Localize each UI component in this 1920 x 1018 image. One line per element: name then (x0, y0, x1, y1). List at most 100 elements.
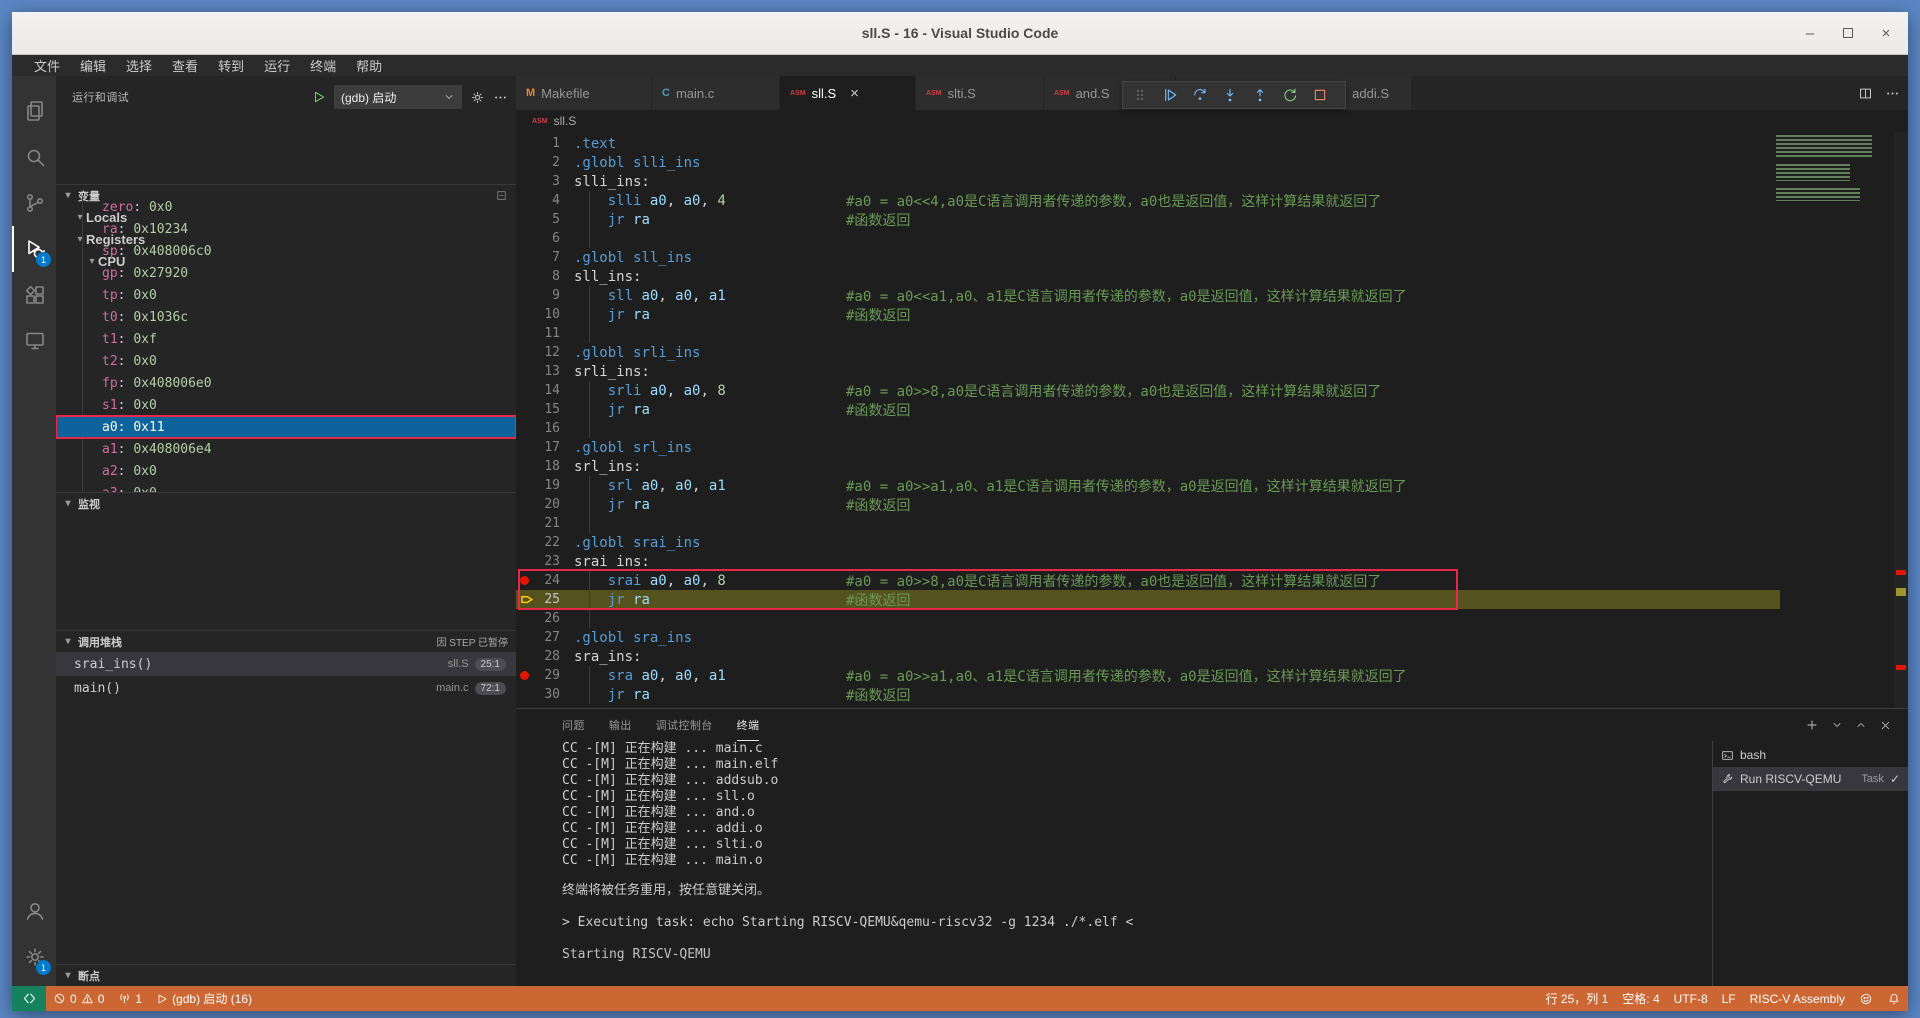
code-line-27[interactable]: 27 .globl sra_ins (516, 628, 1908, 647)
editor-scrollbar[interactable] (1894, 132, 1908, 708)
code-editor[interactable]: 1 .text 2 .globl slli_ins 3 slli_ins: 4 slli a… (516, 132, 1908, 708)
encoding[interactable]: UTF-8 (1667, 992, 1715, 1006)
code-line-13[interactable]: 13 srli_ins: (516, 362, 1908, 381)
tab-sll.S[interactable]: ASM sll.S × (780, 76, 916, 110)
call-stack-section-header[interactable]: ▾ 调用堆栈 因 STEP 已暂停 (56, 630, 516, 652)
code-line-25[interactable]: 25 jr ra #函数返回 (516, 590, 1908, 609)
register-row-t1[interactable]: t1: 0xf (56, 328, 516, 350)
start-debug-icon[interactable] (312, 90, 326, 104)
tab-Makefile[interactable]: M Makefile (516, 76, 652, 110)
register-row-fp[interactable]: fp: 0x408006e0 (56, 372, 516, 394)
activity-extensions-icon[interactable] (12, 272, 56, 318)
code-line-2[interactable]: 2 .globl slli_ins (516, 153, 1908, 172)
breakpoint-icon[interactable] (520, 671, 529, 680)
code-line-3[interactable]: 3 slli_ins: (516, 172, 1908, 191)
feedback-icon[interactable] (1852, 992, 1880, 1006)
cursor-position[interactable]: 行 25，列 1 (1539, 990, 1616, 1007)
code-line-10[interactable]: 10 jr ra #函数返回 (516, 305, 1908, 324)
minimap[interactable] (1776, 135, 1888, 201)
stack-frame[interactable]: srai_ins() sll.S 25:1 (56, 652, 516, 676)
code-line-20[interactable]: 20 jr ra #函数返回 (516, 495, 1908, 514)
panel-tab-输出[interactable]: 输出 (609, 709, 632, 741)
menu-item-帮助[interactable]: 帮助 (346, 55, 392, 76)
register-row-gp[interactable]: gp: 0x27920 (56, 262, 516, 284)
code-line-5[interactable]: 5 jr ra #函数返回 (516, 210, 1908, 229)
code-line-18[interactable]: 18 srl_ins: (516, 457, 1908, 476)
code-line-4[interactable]: 4 slli a0, a0, 4 #a0 = a0<<4,a0是C语言调用者传递的… (516, 191, 1908, 210)
maximize-button[interactable] (1840, 25, 1856, 41)
register-row-zero[interactable]: zero: 0x0 (56, 196, 516, 218)
activity-remote-explorer-icon[interactable] (12, 318, 56, 364)
continue-button[interactable] (1157, 83, 1183, 107)
menu-item-终端[interactable]: 终端 (300, 55, 346, 76)
register-row-s1[interactable]: s1: 0x0 (56, 394, 516, 416)
code-line-29[interactable]: 29 sra a0, a0, a1 #a0 = a0>>a1,a0、a1是C语言调… (516, 666, 1908, 685)
code-line-24[interactable]: 24 srai a0, a0, 8 #a0 = a0>>8,a0是C语言调用者传递… (516, 571, 1908, 590)
register-row-tp[interactable]: tp: 0x0 (56, 284, 516, 306)
tab-slti.S[interactable]: ASM slti.S (916, 76, 1044, 110)
code-line-16[interactable]: 16 (516, 419, 1908, 438)
code-line-7[interactable]: 7 .globl sll_ins (516, 248, 1908, 267)
menu-item-查看[interactable]: 查看 (162, 55, 208, 76)
code-line-26[interactable]: 26 (516, 609, 1908, 628)
more-actions-icon[interactable] (493, 90, 508, 105)
code-line-6[interactable]: 6 (516, 229, 1908, 248)
code-line-11[interactable]: 11 (516, 324, 1908, 343)
close-panel-icon[interactable] (1879, 719, 1892, 732)
code-line-15[interactable]: 15 jr ra #函数返回 (516, 400, 1908, 419)
indentation[interactable]: 空格: 4 (1615, 990, 1666, 1007)
eol-type[interactable]: LF (1715, 992, 1743, 1006)
ports-indicator[interactable]: 1 (111, 986, 149, 1011)
maximize-panel-icon[interactable] (1855, 719, 1867, 731)
activity-source-control-icon[interactable] (12, 180, 56, 226)
debug-status[interactable]: (gdb) 启动 (16) (149, 986, 259, 1011)
split-editor-icon[interactable] (1858, 86, 1873, 101)
stack-frame[interactable]: main() main.c 72:1 (56, 676, 516, 700)
code-line-1[interactable]: 1 .text (516, 134, 1908, 153)
activity-search-icon[interactable] (12, 134, 56, 180)
menu-item-选择[interactable]: 选择 (116, 55, 162, 76)
close-icon[interactable]: × (850, 85, 859, 102)
breakpoints-section-header[interactable]: ▾ 断点 (56, 964, 516, 986)
session-Run RISCV-QEMU[interactable]: Run RISCV-QEMU Task ✓ (1713, 767, 1908, 791)
gear-icon[interactable] (470, 90, 485, 105)
restart-button[interactable] (1277, 83, 1303, 107)
bell-icon[interactable] (1880, 992, 1908, 1006)
menu-item-运行[interactable]: 运行 (254, 55, 300, 76)
code-line-17[interactable]: 17 .globl srl_ins (516, 438, 1908, 457)
register-row-t0[interactable]: t0: 0x1036c (56, 306, 516, 328)
new-terminal-icon[interactable] (1805, 718, 1819, 732)
code-line-28[interactable]: 28 sra_ins: (516, 647, 1908, 666)
code-line-14[interactable]: 14 srli a0, a0, 8 #a0 = a0>>8,a0是C语言调用者传递… (516, 381, 1908, 400)
terminal-output[interactable]: CC -[M] 正在构建 ... main.c CC -[M] 正在构建 ... … (562, 741, 1708, 986)
code-line-9[interactable]: 9 sll a0, a0, a1 #a0 = a0<<a1,a0、a1是C语言调用… (516, 286, 1908, 305)
menu-item-文件[interactable]: 文件 (24, 55, 70, 76)
problems-indicator[interactable]: 0 0 (46, 986, 111, 1011)
code-line-21[interactable]: 21 (516, 514, 1908, 533)
panel-tab-调试控制台[interactable]: 调试控制台 (656, 709, 713, 741)
more-actions-icon[interactable] (1885, 86, 1900, 101)
code-line-30[interactable]: 30 jr ra #函数返回 (516, 685, 1908, 704)
register-row-a1[interactable]: a1: 0x408006e4 (56, 438, 516, 460)
activity-explorer-icon[interactable] (12, 88, 56, 134)
activity-account-icon[interactable] (12, 888, 56, 934)
panel-tab-终端[interactable]: 终端 (736, 709, 760, 741)
register-row-a2[interactable]: a2: 0x0 (56, 460, 516, 482)
language-mode[interactable]: RISC-V Assembly (1743, 992, 1852, 1006)
code-line-12[interactable]: 12 .globl srli_ins (516, 343, 1908, 362)
tab-main.c[interactable]: Cmain.c (652, 76, 780, 110)
code-line-19[interactable]: 19 srl a0, a0, a1 #a0 = a0>>a1,a0、a1是C语言调… (516, 476, 1908, 495)
watch-section-header[interactable]: ▾ 监视 (56, 492, 516, 514)
breakpoint-icon[interactable] (520, 576, 529, 585)
menu-item-编辑[interactable]: 编辑 (70, 55, 116, 76)
step-into-button[interactable] (1217, 83, 1243, 107)
activity-run-debug-icon[interactable]: 1 (12, 226, 56, 272)
minimize-button[interactable]: – (1802, 25, 1818, 42)
menu-item-转到[interactable]: 转到 (208, 55, 254, 76)
register-row-a0[interactable]: a0: 0x11 (56, 415, 516, 439)
terminal-dropdown-icon[interactable] (1831, 719, 1843, 731)
remote-indicator[interactable] (12, 986, 46, 1011)
session-bash[interactable]: bash (1713, 743, 1908, 767)
close-button[interactable]: × (1878, 25, 1894, 42)
breadcrumb[interactable]: ASM sll.S (516, 110, 1908, 132)
